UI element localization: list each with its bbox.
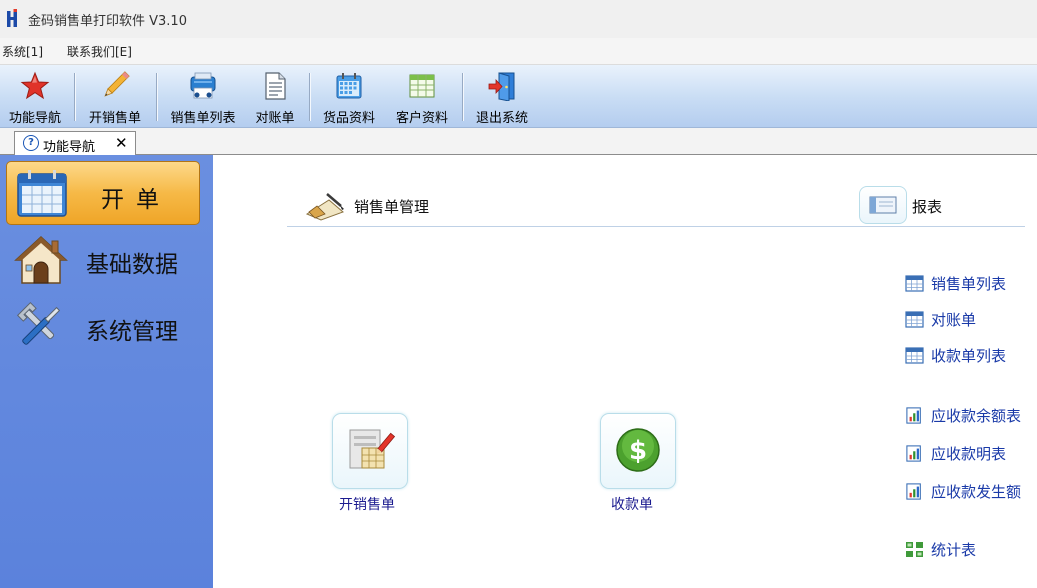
toolbar-label: 退出系统 — [475, 111, 528, 126]
menu-contact-us[interactable]: 联系我们[E] — [67, 43, 132, 60]
toolbar-exit-button[interactable]: 退出系统 — [469, 69, 535, 126]
tools-icon — [16, 301, 61, 345]
grid-icon — [906, 542, 923, 557]
toolbar-separator — [309, 73, 310, 121]
toolbar-label: 功能导航 — [8, 111, 61, 126]
report-link-label: 应收款明表 — [931, 445, 1007, 463]
invoice-icon — [349, 429, 396, 469]
report-heading: 报表 — [912, 198, 943, 216]
toolbar-products-button[interactable]: 货品资料 — [316, 69, 382, 126]
calendar-icon — [336, 73, 362, 99]
title-bar: 金码销售单打印软件 V3.10 — [0, 0, 1037, 38]
nav-item-basic-data[interactable]: 基础数据 — [6, 227, 200, 291]
report-link-label: 收款单列表 — [931, 347, 1007, 365]
toolbar-separator — [156, 73, 157, 121]
toolbar-label: 对账单 — [255, 111, 295, 126]
window-title: 金码销售单打印软件 V3.10 — [28, 14, 187, 29]
nav-item-label: 系统管理 — [86, 319, 178, 345]
tab-label: 功能导航 — [43, 140, 96, 155]
toolbar-label: 开销售单 — [88, 111, 141, 126]
exit-door-icon — [488, 72, 515, 101]
nav-item-label: 基础数据 — [86, 252, 178, 278]
spreadsheet-icon — [409, 74, 435, 98]
hand-writing-icon — [305, 193, 344, 221]
new-sales-order-button[interactable] — [332, 413, 408, 489]
receipt-button[interactable]: $ — [600, 413, 676, 489]
toolbar-customers-button[interactable]: 客户资料 — [389, 69, 455, 126]
help-icon: ? — [23, 135, 39, 151]
toolbar-separator — [462, 73, 463, 121]
bar-chart-icon — [906, 445, 921, 462]
report-link-label: 应收款余额表 — [931, 407, 1022, 425]
toolbar-label: 货品资料 — [322, 111, 375, 126]
bar-chart-icon — [906, 483, 921, 500]
tab-strip: ? 功能导航 ✕ — [0, 128, 1037, 155]
report-book-icon — [869, 196, 897, 214]
new-sales-order-label[interactable]: 开销售单 — [339, 494, 395, 514]
toolbar: 功能导航 开销售单 销售单列表 对账单 货品资料 客户资料 退出系统 — [0, 65, 1037, 128]
toolbar-nav-button[interactable]: 功能导航 — [3, 69, 67, 126]
toolbar-separator — [74, 73, 75, 121]
table-icon — [905, 311, 924, 328]
bar-chart-icon — [906, 407, 921, 424]
report-link-label: 统计表 — [931, 541, 977, 559]
pencil-icon — [104, 71, 130, 97]
menu-bar: 系统[1] 联系我们[E] — [0, 38, 1037, 65]
left-nav-panel: 开单 基础数据 系统管理 — [0, 155, 213, 588]
close-icon[interactable]: ✕ — [115, 134, 128, 152]
nav-item-label: 开单 — [101, 187, 171, 213]
table-icon — [905, 275, 924, 292]
menu-system[interactable]: 系统[1] — [2, 43, 43, 60]
nav-item-billing[interactable]: 开单 — [6, 161, 200, 225]
nav-item-system-management[interactable]: 系统管理 — [6, 294, 200, 358]
receipt-label[interactable]: 收款单 — [611, 494, 653, 514]
sales-management-heading: 销售单管理 — [354, 198, 430, 216]
toolbar-sales-list-button[interactable]: 销售单列表 — [163, 69, 243, 126]
tab-function-nav[interactable]: ? 功能导航 ✕ — [14, 131, 136, 155]
report-link-label: 对账单 — [931, 311, 977, 329]
toolbar-statement-button[interactable]: 对账单 — [248, 69, 302, 126]
report-link-label: 销售单列表 — [931, 275, 1007, 293]
printer-icon — [190, 72, 216, 99]
dollar-coin-icon: $ — [616, 428, 660, 472]
star-icon — [20, 71, 50, 100]
toolbar-new-sales-button[interactable]: 开销售单 — [82, 69, 148, 126]
toolbar-label: 销售单列表 — [170, 111, 236, 126]
svg-text:$: $ — [629, 436, 647, 466]
report-link-label: 应收款发生额 — [931, 483, 1022, 501]
table-icon — [905, 347, 924, 364]
document-icon — [265, 72, 286, 100]
section-divider — [287, 226, 1025, 227]
report-heading-frame — [859, 186, 907, 224]
calendar-icon — [17, 170, 67, 217]
toolbar-label: 客户资料 — [395, 111, 448, 126]
app-logo-icon — [7, 9, 17, 27]
house-icon — [14, 235, 68, 284]
